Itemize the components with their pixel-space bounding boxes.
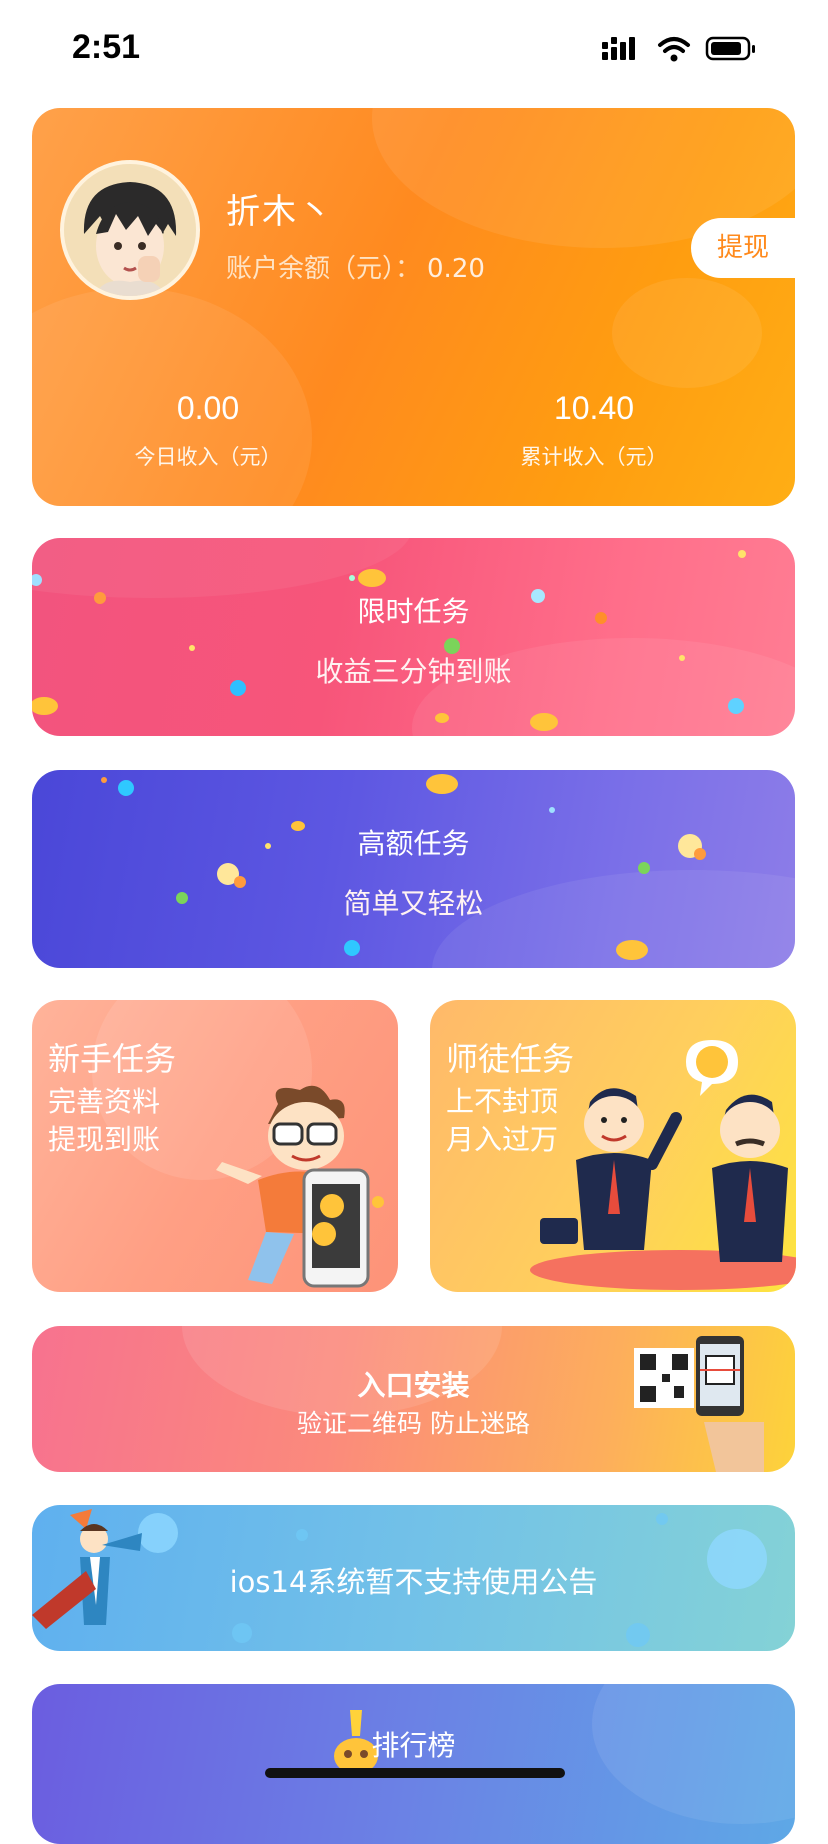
profile-card: 折木丶 账户余额（元）： 0.20 提现 0.00 今日收入（元） 10.40 累… [32,108,795,506]
username: 折木丶 [226,192,334,232]
high-task-subtitle: 简单又轻松 [343,887,484,920]
newbie-task-line2: 提现到账 [48,1123,161,1156]
mentor-task-card[interactable]: 师徒任务 上不封顶 月入过万 [430,1000,796,1292]
newbie-task-card[interactable]: 新手任务 完善资料 提现到账 [32,1000,398,1292]
balance-label: 账户余额（元）： [226,254,422,284]
today-income-label: 今日收入（元） [134,445,282,469]
ranking-banner[interactable]: 排行榜 [32,1684,795,1844]
confetti-decoration [101,774,795,968]
total-income-value: 10.40 [553,390,635,426]
status-bar: 2:51 [0,0,828,100]
status-time: 2:51 [72,28,141,66]
account-balance: 账户余额（元）： 0.20 [226,248,485,285]
high-task-banner[interactable]: 高额任务 简单又轻松 [32,770,795,968]
withdraw-button[interactable]: 提现 [691,218,795,278]
newbie-task-line1: 完善资料 [48,1085,161,1118]
home-indicator[interactable] [265,1768,565,1778]
avatar-image [64,164,196,296]
limited-task-subtitle: 收益三分钟到账 [315,655,512,688]
avatar[interactable] [60,160,200,300]
total-income: 10.40 累计收入（元） [444,390,744,471]
balance-value: 0.20 [427,254,485,284]
limited-task-banner[interactable]: 限时任务 收益三分钟到账 [32,538,795,736]
total-income-label: 累计收入（元） [520,445,668,469]
limited-task-title: 限时任务 [357,595,470,628]
ios14-notice-banner[interactable]: ios14系统暂不支持使用公告 [32,1505,795,1651]
boy-with-phone-illustration [216,1085,384,1288]
wifi-icon [658,37,690,62]
entry-install-banner[interactable]: 入口安装 验证二维码 防止迷路 [32,1326,795,1472]
ranking-title: 排行榜 [371,1729,456,1762]
today-income-value: 0.00 [176,390,240,426]
qr-code-phone-illustration [634,1336,764,1472]
notice-text: ios14系统暂不支持使用公告 [229,1565,598,1599]
today-income: 0.00 今日收入（元） [58,390,358,471]
signal-icon [602,37,635,60]
newbie-task-title: 新手任务 [48,1040,177,1078]
confetti-decoration [32,538,795,736]
status-icons [602,36,755,62]
battery-icon [705,36,755,61]
high-task-title: 高额任务 [357,827,470,860]
businessmen-illustration [530,1040,796,1290]
bg-decoration [612,278,762,388]
